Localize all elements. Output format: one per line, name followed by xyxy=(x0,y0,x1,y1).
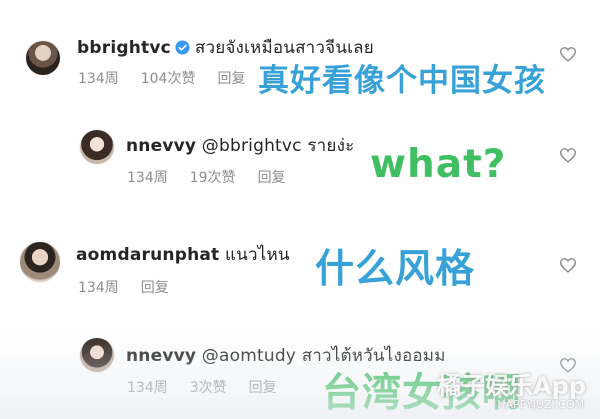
overlay-caption: 什么风格 xyxy=(315,247,476,292)
mention-link[interactable]: @aomtudy xyxy=(202,346,296,366)
comment-time: 134周 xyxy=(78,71,119,87)
avatar[interactable] xyxy=(80,338,114,372)
reply-button[interactable]: 回复 xyxy=(141,280,169,296)
verified-badge-icon xyxy=(175,40,190,55)
comment-meta: 134周 104次赞 回复 xyxy=(78,68,267,88)
watermark-logo: 橘子娱乐App xyxy=(437,372,586,400)
avatar[interactable] xyxy=(80,130,114,164)
username[interactable]: bbrightvc xyxy=(77,38,171,58)
comment-meta: 134周 19次赞 回复 xyxy=(127,167,308,187)
like-count[interactable]: 19次赞 xyxy=(190,170,236,186)
watermark-url: HAPPYJUZI.COM xyxy=(497,398,584,411)
avatar[interactable] xyxy=(20,242,60,282)
like-count[interactable]: 104次赞 xyxy=(141,71,196,87)
comment-meta: 134周 3次赞 回复 xyxy=(127,377,299,397)
comment-line: aomdarunphat แนวไหน xyxy=(76,241,290,268)
heart-icon[interactable] xyxy=(559,46,577,62)
username[interactable]: aomdarunphat xyxy=(76,245,219,265)
overlay-caption: what? xyxy=(370,142,507,187)
comment-text: รายง่ะ xyxy=(307,136,355,156)
heart-icon[interactable] xyxy=(559,147,577,163)
reply-button[interactable]: 回复 xyxy=(217,71,245,87)
username[interactable]: nnevvy xyxy=(126,136,196,156)
reply-button[interactable]: 回复 xyxy=(249,380,277,396)
comment-meta: 134周 回复 xyxy=(78,277,191,297)
overlay-caption: 真好看像个中国女孩 xyxy=(258,63,546,99)
like-count[interactable]: 3次赞 xyxy=(190,380,227,396)
reply-button[interactable]: 回复 xyxy=(258,170,286,186)
avatar[interactable] xyxy=(26,41,60,75)
comment-time: 134周 xyxy=(78,280,119,296)
heart-icon[interactable] xyxy=(559,257,577,273)
comment-text: แนวไหน xyxy=(224,245,290,265)
comment-time: 134周 xyxy=(127,170,168,186)
username[interactable]: nnevvy xyxy=(126,346,196,366)
mention-link[interactable]: @bbrightvc xyxy=(202,136,302,156)
comment-thread: bbrightvc สวยจังเหมือนสาวจีนเลย 134周 104次赞… xyxy=(0,0,600,419)
comment-line: nnevvy @bbrightvc รายง่ะ xyxy=(126,132,354,159)
comment-time: 134周 xyxy=(127,380,168,396)
